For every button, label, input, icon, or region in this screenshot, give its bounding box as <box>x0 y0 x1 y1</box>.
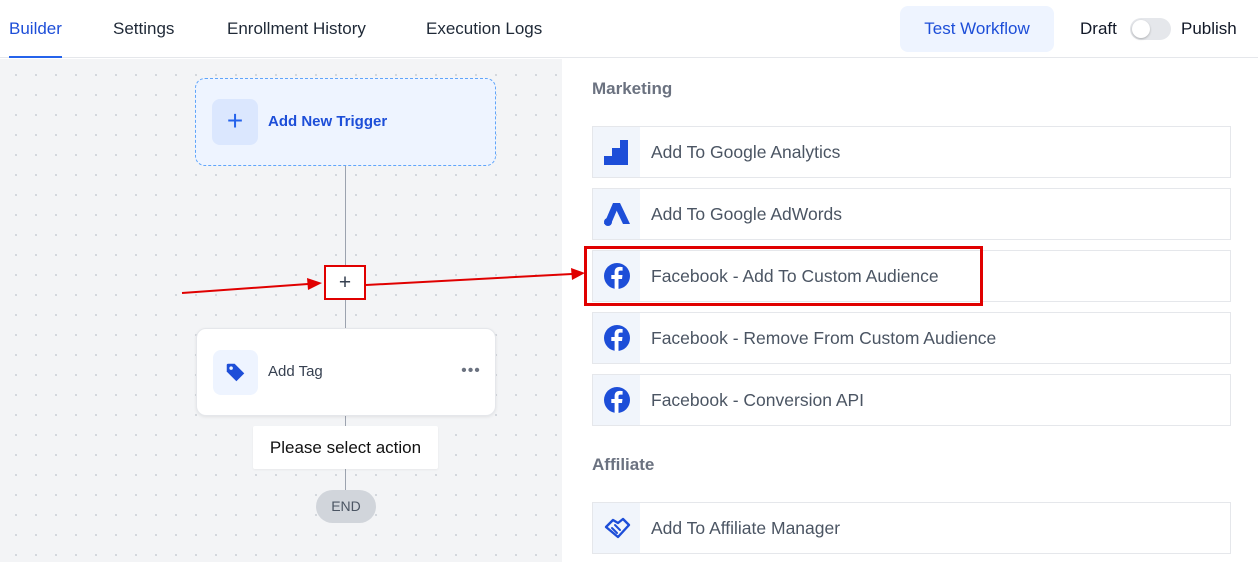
annotation-arrow-right <box>365 273 573 286</box>
annotation-arrow-left <box>181 283 309 294</box>
annotation-arrowhead-right <box>571 268 585 280</box>
annotation-arrows <box>181 268 585 294</box>
annotation-arrowhead-left <box>307 278 322 290</box>
